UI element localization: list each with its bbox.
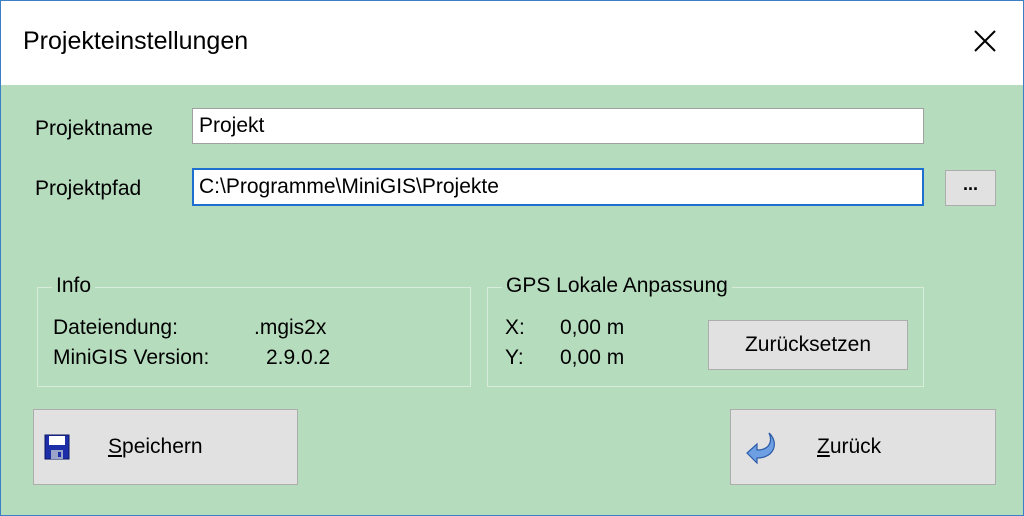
floppy-disk-icon	[44, 434, 70, 460]
back-button[interactable]: Zurück	[730, 409, 996, 485]
close-button[interactable]	[965, 21, 1005, 61]
reset-button[interactable]: Zurücksetzen	[708, 320, 908, 370]
gps-y-value: 0,00 m	[560, 346, 625, 369]
gps-y-label: Y:	[505, 346, 524, 369]
file-extension-value: .mgis2x	[254, 316, 327, 339]
back-arrow-icon	[746, 432, 775, 464]
dialog-window: Projekteinstellungen Projektname Projekt…	[0, 0, 1024, 516]
window-title: Projekteinstellungen	[23, 27, 249, 55]
browse-button[interactable]: ...	[945, 170, 996, 206]
version-value: 2.9.0.2	[266, 346, 331, 369]
gps-x-label: X:	[505, 316, 525, 339]
gps-group-caption: GPS Lokale Anpassung	[502, 274, 732, 298]
project-name-input[interactable]	[192, 108, 924, 144]
project-path-label: Projektpfad	[35, 177, 142, 200]
file-extension-label: Dateiendung:	[53, 316, 178, 339]
version-label: MiniGIS Version:	[53, 346, 210, 369]
info-group-caption: Info	[52, 274, 96, 298]
save-button-label: Speichern	[108, 435, 203, 458]
project-path-input[interactable]	[192, 168, 924, 206]
title-bar: Projekteinstellungen	[1, 1, 1023, 85]
gps-x-value: 0,00 m	[560, 316, 625, 339]
save-button[interactable]: Speichern	[33, 409, 298, 485]
close-icon	[974, 30, 996, 52]
back-button-label: Zurück	[817, 435, 882, 458]
project-name-label: Projektname	[35, 117, 153, 140]
